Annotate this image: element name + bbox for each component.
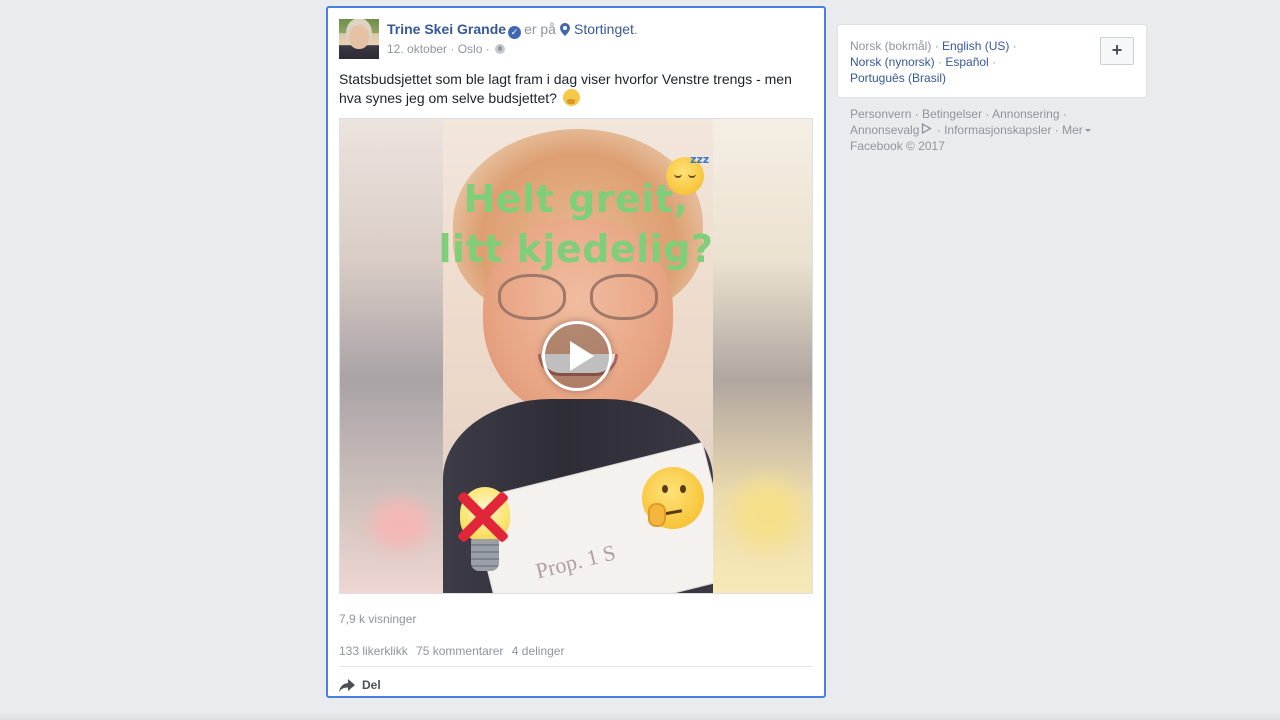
play-icon[interactable] — [542, 321, 612, 391]
share-label: Del — [362, 678, 381, 692]
footer-link-privacy[interactable]: Personvern — [850, 107, 911, 121]
thinking-emoji-icon — [562, 89, 580, 106]
author-name-link[interactable]: Trine Skei Grande — [387, 21, 506, 37]
separator: · — [482, 42, 494, 56]
footer-link-advertising[interactable]: Annonsering — [992, 107, 1059, 121]
likes-count-link[interactable]: 133 likerklikk — [339, 644, 408, 658]
view-count: 7,9 k visninger — [339, 612, 417, 626]
post-title-line: Trine Skei Grande ✓ er på Stortinget. — [387, 20, 813, 39]
share-button[interactable]: Del — [339, 675, 381, 695]
language-option-norsk-nynorsk[interactable]: Norsk (nynorsk) — [850, 55, 935, 69]
footer-link-terms[interactable]: Betingelser — [922, 107, 982, 121]
thinking-emoji-eye — [680, 485, 686, 493]
footer-links: Personvern · Betingelser · Annonsering ·… — [850, 106, 1140, 154]
language-selector-box: Norsk (bokmål) · English (US) · Norsk (n… — [837, 24, 1147, 98]
post-date-link[interactable]: 12. oktober — [387, 42, 447, 56]
action-divider — [339, 666, 813, 667]
avatar-face — [349, 25, 369, 49]
author-avatar[interactable] — [339, 19, 379, 59]
thinking-emoji-hand — [648, 503, 666, 527]
location-link[interactable]: Stortinget — [574, 21, 634, 37]
language-list: Norsk (bokmål) · English (US) · Norsk (n… — [850, 39, 1017, 85]
post-card: Trine Skei Grande ✓ er på Stortinget. 12. o… — [326, 6, 826, 698]
comments-count-link[interactable]: 75 kommentarer — [416, 644, 503, 658]
video-overlay-line2: litt kjedelig? — [438, 227, 714, 271]
video-player[interactable]: Prop. 1 S Helt greit, litt kjedelig? zzz — [339, 118, 813, 594]
post-meta: Trine Skei Grande ✓ er på Stortinget. 12. o… — [387, 20, 813, 56]
adchoices-icon[interactable] — [921, 123, 933, 134]
cross-mark-emoji-icon — [454, 489, 510, 545]
language-option-portugues-brasil[interactable]: Português (Brasil) — [850, 71, 946, 85]
post-city-link[interactable]: Oslo — [458, 42, 483, 56]
caret-down-icon[interactable] — [1084, 129, 1091, 132]
post-message: Statsbudsjettet som ble lagt fram i dag … — [339, 70, 809, 108]
copyright-text: Facebook © 2017 — [850, 139, 945, 153]
separator: · — [447, 42, 458, 56]
footer-link-cookies[interactable]: Informasjonskapsler — [944, 123, 1051, 137]
page-bottom-edge — [0, 712, 1280, 720]
footer-link-more[interactable]: Mer — [1062, 123, 1083, 137]
video-glasses — [498, 274, 658, 324]
current-language: Norsk (bokmål) — [850, 39, 932, 53]
footer-link-adchoices[interactable]: Annonsevalg — [850, 123, 919, 137]
thinking-emoji-eye — [662, 485, 668, 493]
map-pin-icon — [559, 23, 570, 36]
shares-count-link[interactable]: 4 delinger — [512, 644, 565, 658]
add-language-button[interactable]: + — [1100, 37, 1134, 65]
globe-icon[interactable] — [495, 44, 506, 54]
sleep-zzz-text: zzz — [690, 153, 710, 166]
post-subtitle-line: 12. oktober · Oslo · — [387, 42, 813, 56]
post-header: Trine Skei Grande ✓ er på Stortinget. 12. o… — [339, 19, 813, 61]
share-arrow-icon — [339, 678, 355, 692]
at-text: er på — [524, 21, 556, 37]
reaction-stats: 133 likerklikk 75 kommentarer 4 delinger — [339, 644, 564, 658]
language-option-espanol[interactable]: Español — [945, 55, 988, 69]
video-overlay-line1: Helt greit, — [463, 177, 689, 221]
location-suffix: . — [633, 21, 638, 37]
language-option-english-us[interactable]: English (US) — [942, 39, 1009, 53]
verified-badge-icon: ✓ — [508, 26, 522, 39]
